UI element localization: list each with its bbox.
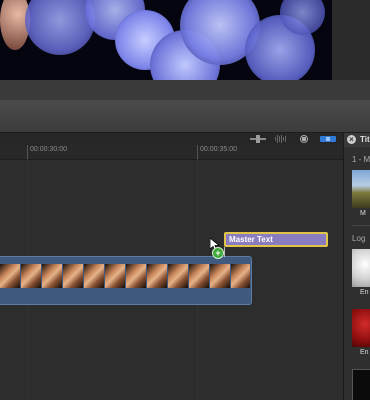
divider bbox=[352, 225, 370, 226]
clip-thumbnail bbox=[126, 264, 146, 288]
title-thumbnail[interactable] bbox=[352, 249, 370, 287]
ruler-tick bbox=[27, 145, 28, 159]
snapping-icon[interactable] bbox=[320, 135, 336, 143]
clip-thumbnail bbox=[84, 264, 104, 288]
solo-icon[interactable] bbox=[298, 135, 310, 143]
title-thumbnail-label: En bbox=[360, 289, 369, 296]
add-badge-icon: + bbox=[212, 247, 224, 259]
category-label: 1 - M bbox=[352, 155, 370, 164]
title-thumbnail-label: En bbox=[360, 349, 369, 356]
timeline-toolbar bbox=[0, 133, 343, 145]
clip-thumbnail bbox=[0, 264, 20, 288]
viewer-side-panel bbox=[332, 0, 370, 80]
clip-thumbnail bbox=[168, 264, 188, 288]
title-thumbnail[interactable] bbox=[352, 170, 370, 208]
category-label: Log bbox=[352, 234, 366, 243]
browser-title: Titl bbox=[360, 135, 370, 144]
ruler-tick bbox=[197, 145, 198, 159]
clip-thumbnail bbox=[189, 264, 209, 288]
clip-thumbnail bbox=[147, 264, 167, 288]
viewer-toolbar bbox=[0, 80, 370, 100]
title-thumbnail-label: M bbox=[360, 210, 366, 217]
ruler-timecode: 00:00:30:00 bbox=[30, 146, 67, 153]
clip-thumbnail bbox=[42, 264, 62, 288]
dashboard-bar bbox=[0, 100, 370, 133]
clip-filmstrip bbox=[0, 264, 250, 288]
clip-thumbnail bbox=[63, 264, 83, 288]
connection-line bbox=[224, 247, 225, 257]
clip-thumbnail bbox=[105, 264, 125, 288]
waveform-icon[interactable] bbox=[274, 135, 288, 143]
clip-thumbnail bbox=[231, 264, 250, 288]
title-thumbnail[interactable] bbox=[352, 369, 370, 400]
titles-browser: × Titl 1 - M M Log En En bbox=[343, 133, 370, 400]
timeline-ruler[interactable]: 00:00:30:00 00:00:35:00 bbox=[0, 145, 343, 160]
audio-skimming-icon[interactable] bbox=[250, 135, 266, 143]
ruler-timecode: 00:00:35:00 bbox=[200, 146, 237, 153]
clip-thumbnail bbox=[210, 264, 230, 288]
title-clip-master-text[interactable]: Master Text bbox=[224, 232, 328, 247]
close-icon[interactable]: × bbox=[347, 135, 356, 144]
video-preview bbox=[0, 0, 332, 80]
clip-thumbnail bbox=[21, 264, 41, 288]
browser-header: × Titl bbox=[344, 133, 370, 147]
title-thumbnail[interactable] bbox=[352, 309, 370, 347]
